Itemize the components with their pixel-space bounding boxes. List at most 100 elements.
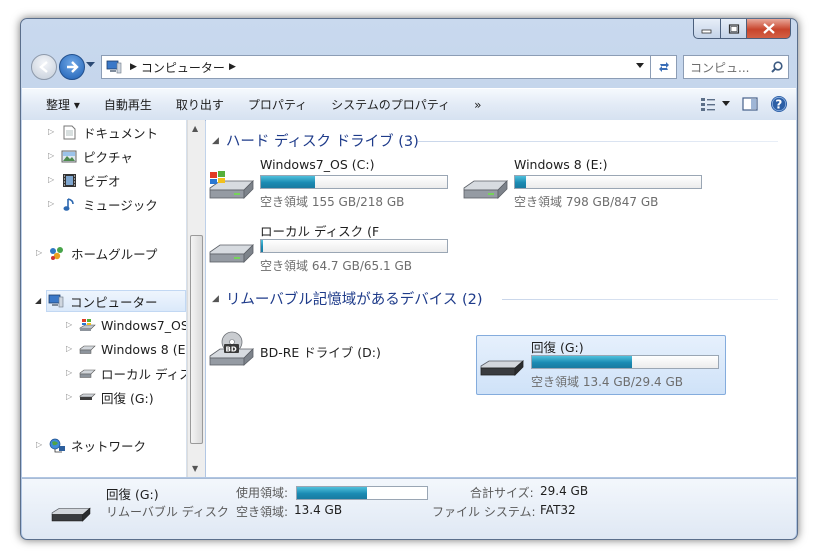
nav-item-network[interactable]: ▷ ネットワーク <box>36 435 146 455</box>
drive-usage-bar <box>514 175 702 189</box>
properties-button[interactable]: プロパティ <box>236 96 319 113</box>
drive-item-e[interactable]: Windows 8 (E:) 空き領域 798 GB/847 GB <box>460 156 710 212</box>
nav-item-drive-c[interactable]: ▷ Windows7_OS ( <box>66 315 187 335</box>
breadcrumb-computer[interactable]: コンピューター <box>141 59 225 76</box>
svg-text:BD: BD <box>226 346 237 354</box>
drive-name: BD-RE ドライブ (D:) <box>260 345 381 360</box>
nav-item-drive-e[interactable]: ▷ Windows 8 (E:) <box>66 339 186 359</box>
nav-item-label: ローカル ディス <box>101 366 187 382</box>
nav-item-music[interactable]: ▷ ミュージック <box>48 194 158 214</box>
expand-arrow-icon[interactable]: ▷ <box>48 127 54 136</box>
refresh-icon <box>658 62 669 72</box>
group-header-removable[interactable]: ◢ リムーバブル記憶域があるデバイス (2) <box>212 288 483 309</box>
group-header-hdd[interactable]: ◢ ハード ディスク ドライブ (3) <box>212 130 419 151</box>
autoplay-button[interactable]: 自動再生 <box>92 96 164 113</box>
view-icon <box>701 98 715 111</box>
address-dropdown-icon[interactable] <box>636 63 644 69</box>
nav-item-pictures[interactable]: ▷ ピクチャ <box>48 146 133 166</box>
network-icon <box>48 437 66 453</box>
drive-item-c[interactable]: Windows7_OS (C:) 空き領域 155 GB/218 GB <box>206 156 456 212</box>
expand-arrow-icon[interactable]: ▷ <box>66 368 72 377</box>
details-pane: 回復 (G:) リムーバブル ディスク 使用領域: 空き領域: 13.4 GB … <box>22 478 796 539</box>
drive-usage-fill <box>515 176 527 188</box>
drive-usage-fill <box>532 356 633 368</box>
expand-arrow-icon[interactable]: ▷ <box>36 440 42 449</box>
maximize-button[interactable] <box>721 19 747 39</box>
drive-name: Windows 8 (E:) <box>514 157 608 172</box>
nav-item-videos[interactable]: ▷ ビデオ <box>48 170 121 190</box>
search-input[interactable]: コンピュ... <box>690 59 771 76</box>
nav-item-label: Windows7_OS ( <box>101 317 187 333</box>
scroll-down-arrow-icon[interactable]: ▼ <box>192 464 198 473</box>
nav-item-homegroup[interactable]: ▷ ホームグループ <box>36 243 158 263</box>
expand-arrow-icon[interactable]: ▷ <box>36 248 42 257</box>
history-dropdown-icon[interactable] <box>86 62 95 68</box>
address-bar[interactable]: ▶ コンピューター ▶ <box>101 55 651 79</box>
drive-item-g[interactable]: 回復 (G:) 空き領域 13.4 GB/29.4 GB <box>476 335 726 395</box>
help-icon[interactable]: ? <box>770 95 788 113</box>
refresh-button[interactable] <box>651 55 677 79</box>
eject-button[interactable]: 取り出す <box>164 96 236 113</box>
close-button[interactable] <box>747 19 791 39</box>
windows-drive-icon <box>78 317 96 333</box>
navigation-scrollbar[interactable]: ▲ ▼ <box>187 120 205 477</box>
preview-pane-icon[interactable] <box>742 97 758 111</box>
windows-drive-icon <box>209 171 254 199</box>
collapse-triangle-icon[interactable]: ◢ <box>212 294 219 304</box>
details-fs-label: ファイル システム: <box>432 505 536 519</box>
expand-arrow-icon[interactable]: ▷ <box>66 392 72 401</box>
forward-button[interactable] <box>59 54 85 80</box>
document-icon <box>60 124 78 140</box>
expand-arrow-icon[interactable]: ▷ <box>66 344 72 353</box>
expand-arrow-icon[interactable]: ▷ <box>48 175 54 184</box>
nav-item-label: ドキュメント <box>83 125 159 141</box>
drive-icon <box>463 180 508 199</box>
forward-arrow-icon <box>67 61 79 73</box>
collapse-arrow-icon[interactable]: ◢ <box>35 296 41 305</box>
explorer-window: ▶ コンピューター ▶ コンピュ... 整理 ▾ 自動再生 取り出す プロパティ… <box>20 18 798 540</box>
nav-item-documents[interactable]: ▷ ドキュメント <box>48 122 159 142</box>
picture-icon <box>60 148 78 164</box>
breadcrumb-separator[interactable]: ▶ <box>130 62 137 72</box>
nav-item-drive-g[interactable]: ▷ 回復 (G:) <box>66 387 154 407</box>
details-name: 回復 (G:) <box>106 487 159 502</box>
change-view-button[interactable] <box>700 97 730 111</box>
nav-item-label: ホームグループ <box>71 246 158 262</box>
drive-item-f[interactable]: ローカル ディスク (F 空き領域 64.7 GB/65.1 GB <box>206 220 456 276</box>
drive-usage-bar <box>260 175 448 189</box>
nav-item-drive-f[interactable]: ▷ ローカル ディス <box>66 363 187 383</box>
bd-drive-icon: BD <box>209 331 254 366</box>
nav-item-computer[interactable]: ◢ コンピューター <box>35 290 186 312</box>
minimize-button[interactable] <box>693 19 721 39</box>
drive-name: Windows7_OS (C:) <box>260 157 375 172</box>
organize-button[interactable]: 整理 ▾ <box>22 96 92 113</box>
expand-arrow-icon[interactable]: ▷ <box>48 151 54 160</box>
collapse-triangle-icon[interactable]: ◢ <box>212 136 219 146</box>
drive-usage-bar <box>260 239 448 253</box>
search-icon[interactable] <box>771 61 783 73</box>
details-type: リムーバブル ディスク <box>106 505 229 519</box>
scrollbar-thumb[interactable] <box>190 235 203 444</box>
nav-item-label: ピクチャ <box>83 149 133 165</box>
breadcrumb-separator-end[interactable]: ▶ <box>229 62 236 72</box>
drive-name: ローカル ディスク (F <box>260 224 380 239</box>
drive-item-d[interactable]: BD BD-RE ドライブ (D:) <box>206 322 456 378</box>
expand-arrow-icon[interactable]: ▷ <box>48 199 54 208</box>
nav-item-label: コンピューター <box>70 294 158 310</box>
back-arrow-icon <box>39 61 48 73</box>
search-box[interactable]: コンピュ... <box>683 55 789 79</box>
drive-icon <box>78 341 96 357</box>
expand-arrow-icon[interactable]: ▷ <box>66 320 72 329</box>
back-button[interactable] <box>31 54 57 80</box>
drive-free-space: 空き領域 64.7 GB/65.1 GB <box>260 259 412 273</box>
details-usage-fill <box>297 487 368 499</box>
usb-drive-icon <box>480 360 525 376</box>
system-properties-button[interactable]: システムのプロパティ <box>319 96 462 113</box>
drive-usage-bar <box>531 355 719 369</box>
view-controls: ? <box>700 95 788 113</box>
more-commands-button[interactable]: » <box>462 98 493 112</box>
details-total-value: 29.4 GB <box>540 484 589 498</box>
nav-item-label: ミュージック <box>83 197 158 213</box>
scroll-up-arrow-icon[interactable]: ▲ <box>192 124 198 133</box>
maximize-icon <box>728 23 739 34</box>
